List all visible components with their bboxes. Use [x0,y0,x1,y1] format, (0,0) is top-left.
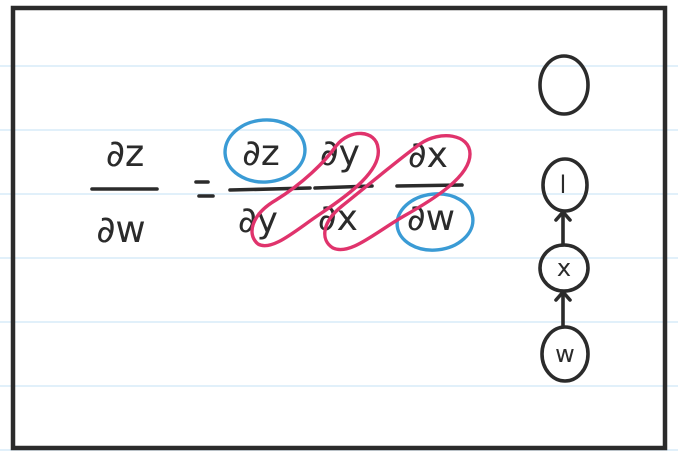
term-3: ∂x ∂w [395,135,464,239]
whiteboard-canvas: ∂z ∂w ∂z ∂y ∂y ∂x ∂x ∂w l x w [0,5,678,451]
term-1-numerator: ∂z [242,133,280,174]
term-1: ∂z ∂y [228,133,312,241]
term-2: ∂y ∂x [313,133,374,239]
graph-node-l-label: l [560,171,567,199]
term-1-denominator: ∂y [238,200,278,241]
lhs-numerator: ∂z [106,132,145,175]
term-3-denominator: ∂w [407,198,455,239]
graph-node-x-label: x [557,254,571,282]
lhs-fraction: ∂z ∂w [90,132,159,251]
graph-node-top [538,54,590,116]
lhs-denominator: ∂w [96,208,145,251]
term-2-numerator: ∂y [320,133,360,174]
graph-node-w-label: w [555,340,575,368]
computation-graph: l x w [538,54,590,383]
ruled-lines [0,65,678,451]
term-1-fraction-bar [228,186,312,192]
